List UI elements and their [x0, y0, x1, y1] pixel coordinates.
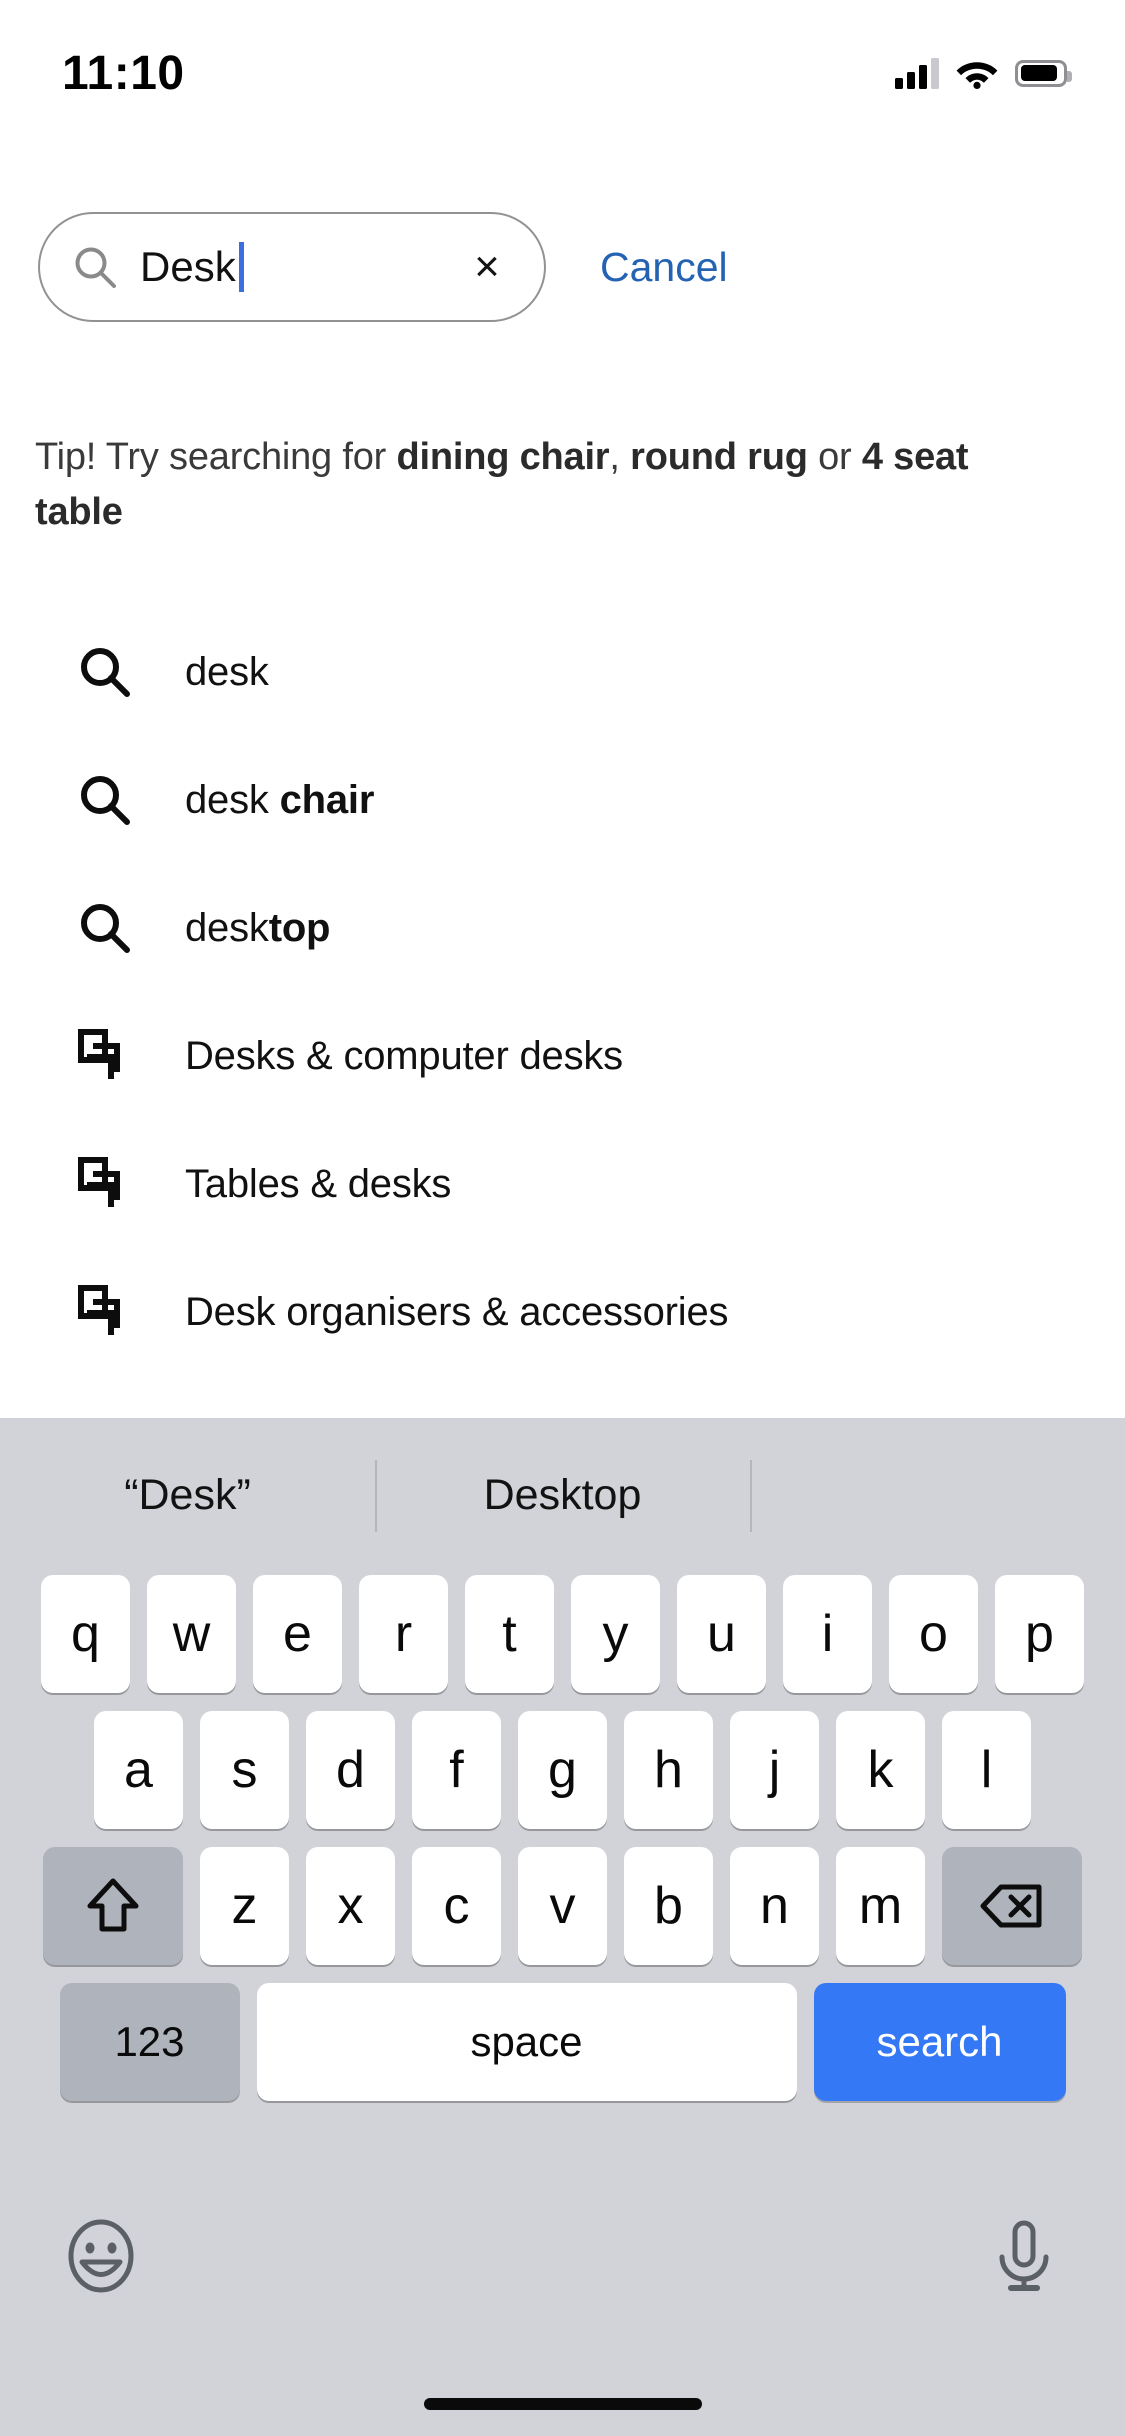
key-u[interactable]: u — [677, 1575, 766, 1693]
key-x[interactable]: x — [306, 1847, 395, 1965]
search-return-key[interactable]: search — [813, 1983, 1066, 2101]
list-item-label: Tables & desks — [185, 1162, 451, 1207]
prediction-2[interactable] — [750, 1418, 1125, 1573]
list-item[interactable]: Tables & desks — [0, 1120, 1125, 1248]
text-cursor — [238, 242, 244, 292]
search-icon — [78, 773, 132, 827]
key-c[interactable]: c — [412, 1847, 501, 1965]
shift-key[interactable] — [43, 1847, 183, 1965]
list-item-plain: Desks & computer desks — [185, 1033, 623, 1078]
key-g[interactable]: g — [518, 1711, 607, 1829]
key-t[interactable]: t — [465, 1575, 554, 1693]
list-item-label: Desk organisers & accessories — [185, 1289, 729, 1335]
divider — [375, 1460, 377, 1532]
key-z[interactable]: z — [200, 1847, 289, 1965]
home-indicator — [423, 2398, 702, 2410]
tip-term-1[interactable]: dining chair — [396, 436, 609, 478]
list-item[interactable]: desk chair — [0, 736, 1125, 864]
list-item-plain: Desk organisers & accessories — [185, 1289, 729, 1334]
key-k[interactable]: k — [836, 1711, 925, 1829]
divider — [750, 1460, 752, 1532]
key-y[interactable]: y — [571, 1575, 660, 1693]
status-bar: 11:10 — [0, 0, 1125, 132]
list-item-label: desktop — [185, 906, 330, 951]
wifi-icon — [956, 58, 998, 89]
key-p[interactable]: p — [995, 1575, 1084, 1693]
keyboard-row-1: q w e r t y u i o p — [0, 1575, 1125, 1693]
keyboard-row-4: 123 space search — [0, 1983, 1125, 2101]
key-d[interactable]: d — [306, 1711, 395, 1829]
key-w[interactable]: w — [147, 1575, 236, 1693]
key-i[interactable]: i — [783, 1575, 872, 1693]
list-item-label: desk — [185, 650, 269, 695]
space-key[interactable]: space — [256, 1983, 797, 2101]
status-bar-time: 11:10 — [62, 46, 185, 100]
list-item-bold: chair — [279, 777, 375, 822]
shift-arrow-icon — [80, 1873, 146, 1939]
predictive-suggestion-bar: “Desk” Desktop — [0, 1418, 1125, 1573]
search-icon — [72, 244, 118, 290]
list-item[interactable]: Desks & computer desks — [0, 992, 1125, 1120]
onscreen-keyboard: “Desk” Desktop q w e r t y u i o p a s d… — [0, 1418, 1125, 2436]
key-a[interactable]: a — [94, 1711, 183, 1829]
key-f[interactable]: f — [412, 1711, 501, 1829]
keyboard-footer — [0, 2196, 1125, 2316]
cellular-signal-icon — [895, 57, 939, 89]
list-item[interactable]: Desk organisers & accessories — [0, 1248, 1125, 1376]
search-input-value: Desk — [140, 243, 236, 290]
microphone-icon[interactable] — [985, 2217, 1063, 2295]
key-v[interactable]: v — [518, 1847, 607, 1965]
key-e[interactable]: e — [253, 1575, 342, 1693]
backspace-key[interactable] — [942, 1847, 1082, 1965]
key-j[interactable]: j — [730, 1711, 819, 1829]
list-item-label: Desks & computer desks — [185, 1034, 623, 1079]
key-s[interactable]: s — [200, 1711, 289, 1829]
list-item[interactable]: desktop — [0, 864, 1125, 992]
key-m[interactable]: m — [836, 1847, 925, 1965]
key-q[interactable]: q — [41, 1575, 130, 1693]
prediction-0[interactable]: “Desk” — [0, 1418, 375, 1573]
search-header: Desk × Cancel — [0, 208, 1125, 326]
list-item-plain: desk — [185, 905, 269, 950]
close-icon: × — [474, 242, 500, 291]
tip-separator-2: or — [807, 436, 862, 478]
key-h[interactable]: h — [624, 1711, 713, 1829]
category-stack-icon — [78, 1157, 132, 1211]
search-input[interactable]: Desk × — [38, 212, 546, 322]
key-b[interactable]: b — [624, 1847, 713, 1965]
search-icon — [78, 901, 132, 955]
suggestion-list: desk desk chair desktop Desks & computer… — [0, 608, 1125, 1376]
prediction-1[interactable]: Desktop — [375, 1418, 750, 1573]
status-bar-indicators — [895, 57, 1072, 89]
category-stack-icon — [78, 1029, 132, 1083]
list-item-label: desk chair — [185, 778, 374, 823]
emoji-smiley-icon[interactable] — [62, 2217, 140, 2295]
tip-prefix: Tip! Try searching for — [35, 436, 397, 478]
search-icon — [78, 645, 132, 699]
key-n[interactable]: n — [730, 1847, 819, 1965]
tip-separator-1: , — [609, 436, 631, 478]
battery-icon — [1015, 59, 1072, 87]
list-item-plain: desk — [185, 777, 280, 822]
list-item-plain: desk — [185, 649, 269, 694]
numeric-mode-key[interactable]: 123 — [59, 1983, 240, 2101]
keyboard-row-2: a s d f g h j k l — [0, 1711, 1125, 1829]
list-item-plain: Tables & desks — [185, 1161, 452, 1206]
key-o[interactable]: o — [889, 1575, 978, 1693]
cancel-button[interactable]: Cancel — [600, 244, 728, 291]
keyboard-row-3: z x c v b n m — [0, 1847, 1125, 1965]
tip-term-2[interactable]: round rug — [630, 436, 808, 478]
list-item-bold: top — [268, 905, 331, 950]
key-r[interactable]: r — [359, 1575, 448, 1693]
key-l[interactable]: l — [942, 1711, 1031, 1829]
list-item[interactable]: desk — [0, 608, 1125, 736]
backspace-icon — [979, 1873, 1045, 1939]
category-stack-icon — [78, 1285, 132, 1339]
search-tip: Tip! Try searching for dining chair, rou… — [35, 430, 1035, 540]
clear-search-button[interactable]: × — [464, 244, 510, 290]
